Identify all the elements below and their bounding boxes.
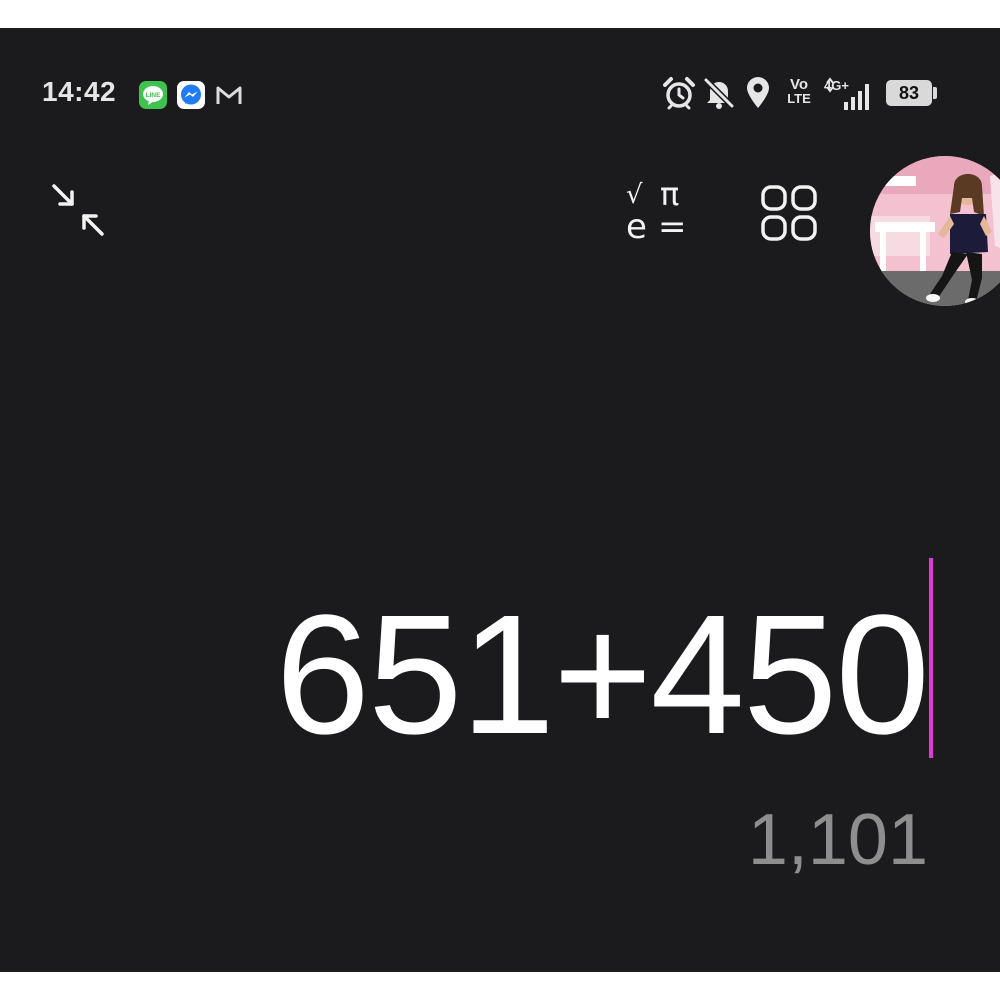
e-symbol: e xyxy=(626,207,647,247)
apps-button[interactable] xyxy=(756,180,822,246)
bell-off-icon xyxy=(703,77,735,109)
line-icon: LINE xyxy=(139,81,167,109)
avatar[interactable] xyxy=(870,156,1000,306)
volte-top-label: Vo xyxy=(789,76,809,93)
status-time: 14:42 xyxy=(42,76,117,107)
scientific-mode-button[interactable]: √ π e = xyxy=(620,178,694,248)
avatar-photo xyxy=(870,156,1000,306)
location-icon xyxy=(747,77,769,108)
network-indicator: 4G+ xyxy=(824,76,880,112)
result-preview: 1,101 xyxy=(747,800,928,880)
status-bar: 14:42 LINE Vo LTE 4G+ 83 xyxy=(0,28,1000,160)
equals-symbol: = xyxy=(658,207,687,247)
messenger-icon xyxy=(177,81,205,109)
pi-symbol: π xyxy=(660,175,680,213)
line-icon-label: LINE xyxy=(146,92,161,99)
sqrt-symbol: √ xyxy=(626,180,643,210)
battery-tip xyxy=(933,87,937,99)
volte-indicator: Vo LTE xyxy=(782,76,816,106)
gmail-icon xyxy=(216,86,242,104)
scientific-mode-icon: √ π e = xyxy=(620,178,694,248)
calculator-screen: 14:42 LINE Vo LTE 4G+ 83 √ π e = 651+450… xyxy=(0,28,1000,972)
alarm-icon xyxy=(663,77,695,110)
expression-display[interactable]: 651+450 xyxy=(275,590,930,760)
signal-bars-icon xyxy=(826,77,869,110)
battery-indicator: 83 xyxy=(886,80,932,106)
collapse-arrows-icon xyxy=(52,184,104,236)
collapse-button[interactable] xyxy=(48,180,108,240)
grid-apps-icon xyxy=(761,185,817,241)
text-cursor xyxy=(929,558,933,758)
volte-bottom-label: LTE xyxy=(787,91,811,106)
